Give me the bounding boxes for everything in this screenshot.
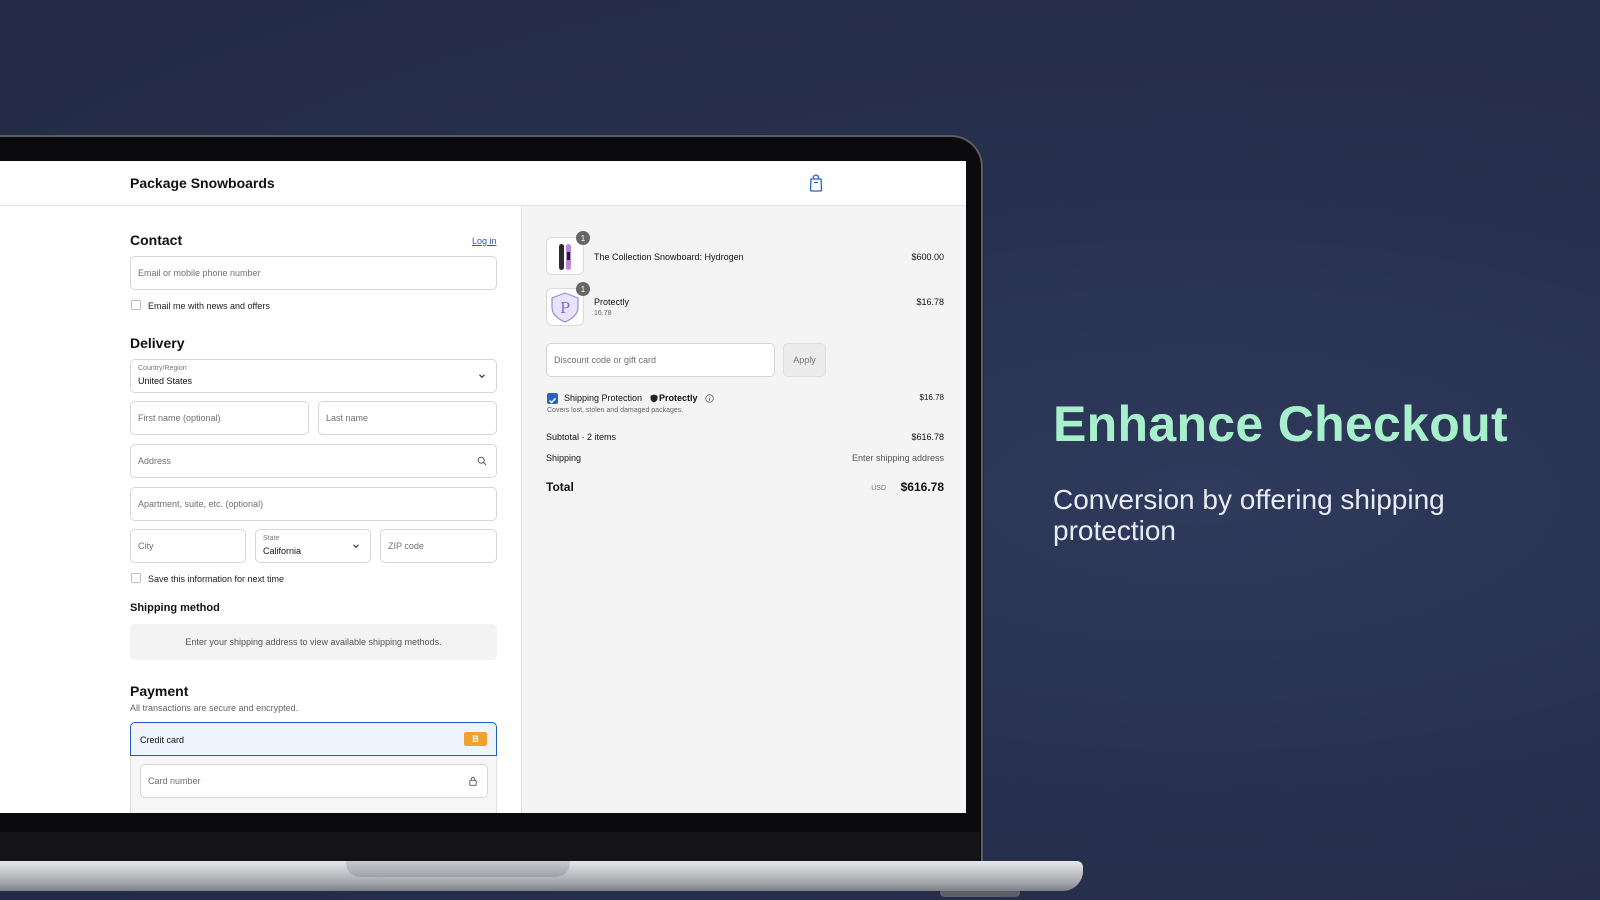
first-name-field[interactable]: First name (optional) <box>130 401 309 435</box>
card-brand-icon: B <box>464 732 487 746</box>
laptop-notch <box>346 861 570 877</box>
subtotal-label: Subtotal · 2 items <box>546 432 617 442</box>
shipping-method-title: Shipping method <box>130 602 220 614</box>
laptop-chin <box>0 832 980 862</box>
shipping-protection-checkbox[interactable] <box>547 393 558 404</box>
protectly-brand: Protectly <box>659 393 698 403</box>
item-price: $16.78 <box>916 297 944 307</box>
item-name: Protectly <box>594 297 630 307</box>
quantity-badge: 1 <box>576 282 590 296</box>
credit-card-label: Credit card <box>140 735 185 745</box>
card-details-panel: Card number <box>130 756 497 813</box>
svg-text:P: P <box>560 299 570 317</box>
apartment-placeholder: Apartment, suite, etc. (optional) <box>138 499 264 509</box>
protectly-shield-icon <box>650 394 658 403</box>
zip-field[interactable]: ZIP code <box>380 529 497 563</box>
order-summary: 1 The Collection Snowboard: Hydrogen $60… <box>521 206 966 813</box>
quantity-badge: 1 <box>576 231 590 245</box>
country-value: United States <box>138 376 193 386</box>
country-select[interactable]: Country/Region United States <box>130 359 497 393</box>
newsletter-label: Email me with news and offers <box>148 301 270 311</box>
city-placeholder: City <box>138 541 154 551</box>
country-label: Country/Region <box>138 365 187 372</box>
payment-title: Payment <box>130 683 189 699</box>
lock-icon <box>469 776 477 786</box>
total-currency: USD <box>871 485 886 492</box>
first-name-placeholder: First name (optional) <box>138 413 221 423</box>
subtotal-value: $616.78 <box>911 432 944 442</box>
contact-title: Contact <box>130 232 183 248</box>
last-name-field[interactable]: Last name <box>318 401 497 435</box>
delivery-title: Delivery <box>130 335 185 351</box>
state-value: California <box>263 546 302 556</box>
payment-subtitle: All transactions are secure and encrypte… <box>130 703 299 713</box>
chevron-down-icon <box>479 374 485 379</box>
email-placeholder: Email or mobile phone number <box>138 268 261 278</box>
info-icon[interactable] <box>705 394 714 403</box>
shipping-protection-description: Covers lost, stolen and damaged packages… <box>547 407 684 414</box>
apply-button[interactable]: Apply <box>783 343 826 377</box>
chevron-down-icon <box>353 544 359 549</box>
total-label: Total <box>546 480 574 494</box>
store-name[interactable]: Package Snowboards <box>130 175 275 191</box>
card-number-placeholder: Card number <box>148 776 201 786</box>
city-field[interactable]: City <box>130 529 246 563</box>
item-price: $600.00 <box>911 252 944 262</box>
save-info-label: Save this information for next time <box>148 574 285 584</box>
shipping-method-notice: Enter your shipping address to view avai… <box>130 624 497 660</box>
login-link[interactable]: Log in <box>472 236 497 246</box>
total-value: $616.78 <box>900 480 944 494</box>
shipping-protection-price: $16.78 <box>919 393 944 402</box>
zip-placeholder: ZIP code <box>388 541 424 551</box>
checkmark-icon <box>548 397 557 404</box>
search-icon[interactable] <box>477 456 487 466</box>
email-field[interactable]: Email or mobile phone number <box>130 256 497 290</box>
last-name-placeholder: Last name <box>326 413 369 423</box>
shipping-value: Enter shipping address <box>851 453 944 463</box>
address-placeholder: Address <box>138 456 172 466</box>
newsletter-checkbox[interactable] <box>131 300 141 310</box>
address-field[interactable]: Address <box>130 444 497 478</box>
laptop-foot <box>940 891 1020 897</box>
apartment-field[interactable]: Apartment, suite, etc. (optional) <box>130 487 497 521</box>
state-select[interactable]: State California <box>255 529 371 563</box>
credit-card-option[interactable]: Credit card B <box>130 722 497 756</box>
shipping-protection-label: Shipping Protection <box>564 393 643 403</box>
checkout-form: Contact Log in Email or mobile phone num… <box>0 206 521 813</box>
marketing-headline: Enhance Checkout <box>1053 396 1508 452</box>
discount-placeholder: Discount code or gift card <box>554 355 657 365</box>
checkout-header: Package Snowboards <box>0 161 966 206</box>
checkout-screen: Package Snowboards Contact Log in Email … <box>0 161 966 813</box>
item-name: The Collection Snowboard: Hydrogen <box>594 252 744 262</box>
state-label: State <box>263 535 280 542</box>
item-variant: 16.78 <box>594 310 612 317</box>
shopping-bag-icon[interactable] <box>808 174 824 192</box>
shipping-label: Shipping <box>546 453 582 463</box>
card-number-field[interactable]: Card number <box>140 764 488 798</box>
save-info-checkbox[interactable] <box>131 573 141 583</box>
discount-field[interactable]: Discount code or gift card <box>546 343 775 377</box>
marketing-subline: Conversion by offering shipping protecti… <box>1053 484 1445 546</box>
